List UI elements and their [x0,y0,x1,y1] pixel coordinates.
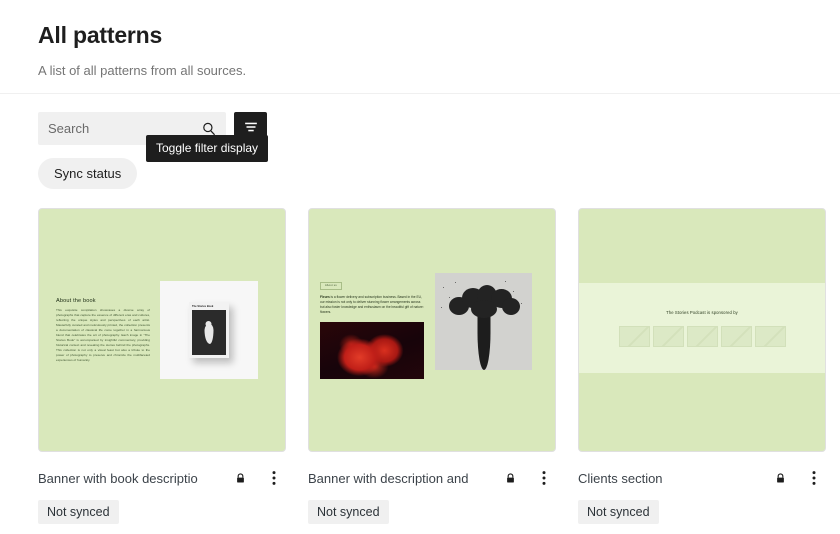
page-title: All patterns [38,22,802,50]
book-banner-body: This exquisite compilation showcases a d… [56,308,150,363]
client-logo-placeholder [653,326,684,347]
plant-frond [471,300,497,318]
pattern-title: Clients section [578,471,768,486]
plant-head [447,285,521,319]
book-cover: The Stories Book [189,302,229,358]
plant-speck [455,282,456,283]
pattern-grid: About the book This exquisite compilatio… [0,189,840,524]
plant-frond [502,298,520,315]
pattern-card: The Stories Podcast is sponsored by Clie… [578,208,826,524]
filter-tooltip: Toggle filter display [146,135,268,162]
filter-chip-sync-status[interactable]: Sync status [38,158,137,189]
book-cover-title: The Stories Book [192,305,226,308]
page-header: All patterns A list of all patterns from… [0,0,840,94]
plant-speck [505,281,506,282]
more-vertical-icon [812,470,816,486]
pattern-actions-menu-button[interactable] [532,466,556,490]
red-flower-image [320,322,424,379]
toolbar: Toggle filter display Sync status [0,94,840,189]
pattern-title: Banner with description and [308,471,498,486]
sync-status-badge: Not synced [578,500,659,524]
clients-sponsor-text: The Stories Podcast is sponsored by [666,310,738,315]
lock-icon [232,470,248,486]
lock-icon [502,470,518,486]
lock-icon [772,470,788,486]
fleurs-banner-lead: Fleurs [320,295,330,299]
clients-band: The Stories Podcast is sponsored by [579,283,825,373]
pattern-card: About us Fleurs is a flower delivery and… [308,208,556,524]
more-vertical-icon [542,470,546,486]
book-banner-heading: About the book [56,298,150,304]
plant-speck [441,307,442,308]
book-cover-image-frame: The Stories Book [160,281,258,379]
client-logo-placeholder [721,326,752,347]
pattern-preview-clients-section[interactable]: The Stories Podcast is sponsored by [578,208,826,452]
fleurs-banner-body: Fleurs is a flower delivery and subscrip… [320,295,424,316]
pattern-card-footer: Banner with book descriptio [38,468,286,488]
plant-speck [521,303,522,304]
pattern-preview-fleurs-banner[interactable]: About us Fleurs is a flower delivery and… [308,208,556,452]
pattern-actions-menu-button[interactable] [802,466,826,490]
fleurs-banner-left: About us Fleurs is a flower delivery and… [320,273,424,451]
grayscale-plant-image [435,273,532,370]
book-banner-text: About the book This exquisite compilatio… [56,298,150,363]
sync-status-badge: Not synced [308,500,389,524]
pattern-card-footer: Banner with description and [308,468,556,488]
client-logo-placeholder [687,326,718,347]
filter-chip-row: Sync status [38,158,802,189]
page-subtitle: A list of all patterns from all sources. [38,62,802,80]
pattern-card-footer: Clients section [578,468,826,488]
plant-speck [443,287,444,288]
client-logo-placeholder [619,326,650,347]
more-vertical-icon [272,470,276,486]
book-cover-figure [205,324,214,344]
clients-logo-row [619,326,786,347]
book-cover-photo [192,310,226,355]
fleurs-banner-badge: About us [320,282,342,290]
client-logo-placeholder [755,326,786,347]
sync-status-badge: Not synced [38,500,119,524]
pattern-card: About the book This exquisite compilatio… [38,208,286,524]
book-banner-layout: About the book This exquisite compilatio… [39,209,285,451]
pattern-title: Banner with book descriptio [38,471,228,486]
fleurs-banner-layout: About us Fleurs is a flower delivery and… [309,209,555,451]
pattern-preview-book-banner[interactable]: About the book This exquisite compilatio… [38,208,286,452]
pattern-actions-menu-button[interactable] [262,466,286,490]
fleurs-banner-body-rest: is a flower delivery and subscription bu… [320,295,424,314]
